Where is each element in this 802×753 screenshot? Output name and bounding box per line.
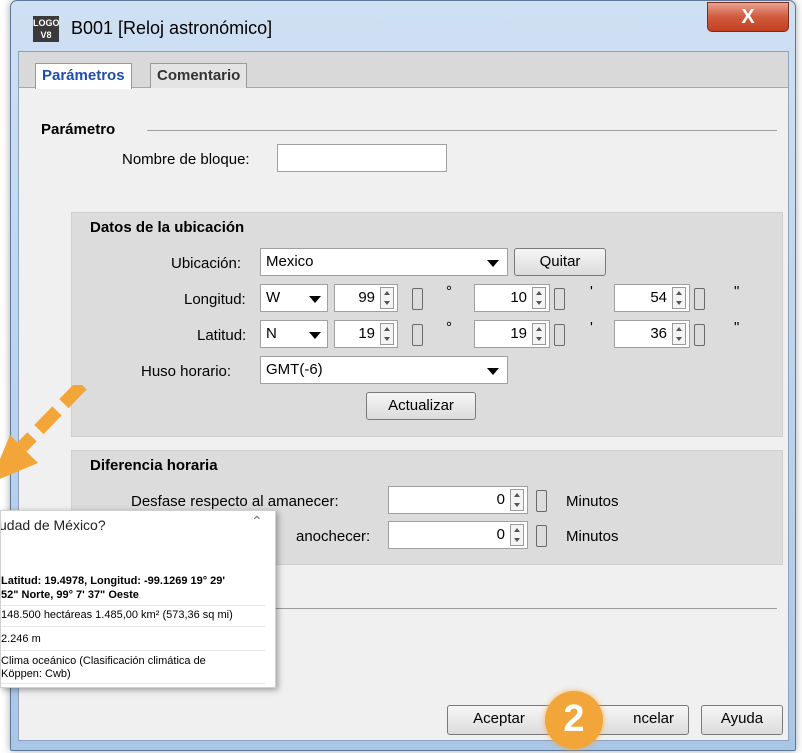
- pointer-arrow-icon: [0, 385, 87, 479]
- latitude-seconds-spinner[interactable]: 36: [614, 320, 690, 348]
- app-logo-icon: LOGO V8: [33, 16, 60, 42]
- longitude-degrees-value: 99: [358, 289, 375, 306]
- spinner-arrows-icon[interactable]: [672, 323, 686, 345]
- input-variable-icon[interactable]: [536, 490, 547, 512]
- degree-symbol: °: [446, 319, 452, 336]
- longitude-direction-value: W: [266, 289, 281, 306]
- input-variable-icon[interactable]: [412, 324, 423, 346]
- title-bar: LOGO V8 B001 [Reloj astronómico] X: [11, 1, 795, 47]
- timezone-label: Huso horario:: [141, 363, 232, 380]
- spinner-arrows-icon[interactable]: [380, 287, 394, 309]
- tab-comentario[interactable]: Comentario: [150, 63, 248, 88]
- input-variable-icon[interactable]: [536, 525, 547, 547]
- minute-symbol: ': [590, 283, 593, 300]
- minute-symbol: ': [590, 319, 593, 336]
- longitude-minutes-value: 10: [510, 289, 527, 306]
- chevron-down-icon: [487, 368, 499, 375]
- tab-parametros[interactable]: Parámetros: [35, 63, 132, 89]
- sunset-unit-label: Minutos: [566, 528, 619, 545]
- step-number-badge: 2: [545, 691, 603, 749]
- remove-location-button[interactable]: Quitar: [514, 248, 606, 276]
- sunset-offset-label: anochecer:: [296, 528, 371, 545]
- parametro-heading: Parámetro: [41, 121, 116, 138]
- climate-line-1: Clima oceánico (Clasificación climática …: [1, 655, 206, 667]
- latitude-minutes-value: 19: [510, 325, 527, 342]
- block-name-label: Nombre de bloque:: [122, 151, 250, 168]
- sunset-offset-spinner[interactable]: 0: [388, 521, 528, 549]
- sunrise-offset-label: Desfase respecto al amanecer:: [131, 493, 339, 510]
- latitude-direction-value: N: [266, 325, 277, 342]
- second-symbol: ": [734, 319, 740, 336]
- location-select[interactable]: Mexico: [260, 248, 508, 276]
- latitude-degrees-value: 19: [358, 325, 375, 342]
- info-card-title: udad de México?: [0, 517, 106, 533]
- latitude-label: Latitud:: [197, 327, 247, 344]
- location-group: Datos de la ubicación Ubicación: Mexico …: [71, 212, 783, 437]
- spinner-arrows-icon[interactable]: [380, 323, 394, 345]
- elevation-line: 2.246 m: [1, 633, 41, 645]
- area-line: 148.500 hectáreas 1.485,00 km² (573,36 s…: [1, 609, 233, 621]
- spinner-arrows-icon[interactable]: [672, 287, 686, 309]
- input-variable-icon[interactable]: [554, 324, 565, 346]
- help-button[interactable]: Ayuda: [701, 705, 783, 735]
- chevron-down-icon: [309, 296, 321, 303]
- input-variable-icon[interactable]: [412, 288, 423, 310]
- coordinates-line-1: Latitud: 19.4978, Longitud: -99.1269 19°…: [1, 575, 226, 587]
- spinner-arrows-icon[interactable]: [510, 489, 524, 511]
- tab-strip: Parámetros Comentario: [19, 52, 788, 89]
- window-title: B001 [Reloj astronómico]: [71, 18, 273, 38]
- input-variable-icon[interactable]: [694, 288, 705, 310]
- longitude-seconds-spinner[interactable]: 54: [614, 284, 690, 312]
- latitude-degrees-spinner[interactable]: 19: [334, 320, 398, 348]
- climate-line-2: Köppen: Cwb): [1, 668, 71, 680]
- input-variable-icon[interactable]: [694, 324, 705, 346]
- second-symbol: ": [734, 283, 740, 300]
- divider: [1, 683, 265, 684]
- chevron-down-icon: [309, 332, 321, 339]
- longitude-direction-select[interactable]: W: [260, 284, 328, 312]
- latitude-minutes-spinner[interactable]: 19: [474, 320, 550, 348]
- close-button[interactable]: X: [707, 2, 789, 32]
- chevron-down-icon: [487, 260, 499, 267]
- spinner-arrows-icon[interactable]: [510, 524, 524, 546]
- sunset-offset-value: 0: [496, 526, 505, 543]
- block-name-input[interactable]: [277, 144, 447, 172]
- location-value: Mexico: [266, 253, 314, 270]
- location-heading: Datos de la ubicación: [90, 219, 245, 236]
- timezone-select[interactable]: GMT(-6): [260, 356, 508, 384]
- coordinates-line-2: 52" Norte, 99° 7' 37" Oeste: [1, 589, 139, 601]
- spinner-arrows-icon[interactable]: [532, 323, 546, 345]
- input-variable-icon[interactable]: [554, 288, 565, 310]
- ok-button[interactable]: Aceptar: [447, 705, 551, 735]
- spinner-arrows-icon[interactable]: [532, 287, 546, 309]
- section-divider: [147, 130, 777, 131]
- longitude-degrees-spinner[interactable]: 99: [334, 284, 398, 312]
- sunrise-unit-label: Minutos: [566, 493, 619, 510]
- update-button[interactable]: Actualizar: [366, 392, 476, 420]
- sunrise-offset-value: 0: [496, 491, 505, 508]
- degree-symbol: °: [446, 283, 452, 300]
- divider: [1, 626, 265, 627]
- timezone-value: GMT(-6): [266, 361, 323, 378]
- chevron-up-icon[interactable]: ⌃: [251, 513, 263, 530]
- longitude-minutes-spinner[interactable]: 10: [474, 284, 550, 312]
- divider: [1, 605, 265, 606]
- info-card: udad de México? ⌃ Latitud: 19.4978, Long…: [0, 510, 276, 688]
- longitude-label: Longitud:: [184, 291, 246, 308]
- divider: [1, 650, 265, 651]
- location-label: Ubicación:: [171, 255, 242, 272]
- longitude-seconds-value: 54: [650, 289, 667, 306]
- latitude-seconds-value: 36: [650, 325, 667, 342]
- latitude-direction-select[interactable]: N: [260, 320, 328, 348]
- sunrise-offset-spinner[interactable]: 0: [388, 486, 528, 514]
